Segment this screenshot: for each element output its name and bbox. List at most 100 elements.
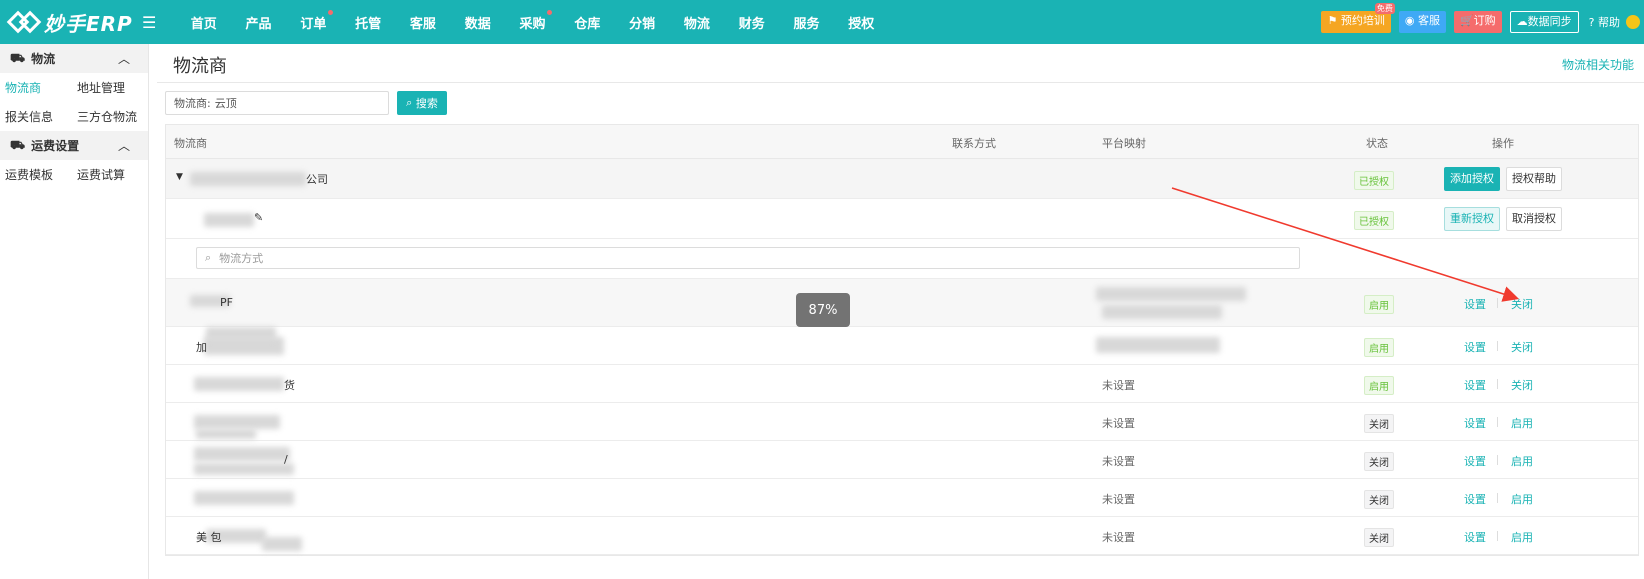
nav-label: 订单: [300, 16, 327, 32]
nav-item-0[interactable]: 首页: [176, 13, 231, 32]
nav-item-7[interactable]: 仓库: [560, 13, 615, 32]
nav-label: 财务: [738, 16, 765, 32]
status-badge: 启用: [1364, 295, 1394, 314]
nav-item-4[interactable]: 客服: [396, 13, 451, 32]
top-navbar: 妙手ERP ☰ 首页 产品 订单 托管 客服 数据 采购 仓库 分销 物流 财务 服务 授权 ⚑ 预约培…: [0, 0, 1644, 44]
redacted: [194, 447, 290, 461]
nav-item-3[interactable]: 托管: [341, 13, 396, 32]
nav-item-6[interactable]: 采购: [505, 9, 560, 32]
disable-button[interactable]: 关闭: [1511, 339, 1533, 355]
nav-item-8[interactable]: 分销: [615, 13, 670, 32]
add-auth-button[interactable]: 添加授权: [1444, 167, 1500, 191]
method-row[interactable]: 货 未设置 启用 设置 关闭: [166, 365, 1638, 403]
divider: [1497, 455, 1498, 465]
divider: [1497, 417, 1498, 427]
method-search-input[interactable]: ⌕ 物流方式: [196, 247, 1300, 269]
set-button[interactable]: 设置: [1464, 296, 1486, 312]
nav-item-12[interactable]: 授权: [834, 13, 889, 32]
set-button[interactable]: 设置: [1464, 415, 1486, 431]
reauth-button[interactable]: 重新授权: [1444, 207, 1500, 231]
status-badge: 关闭: [1364, 490, 1394, 509]
disable-button[interactable]: 关闭: [1511, 296, 1533, 312]
method-row[interactable]: 未设置 关闭 设置 启用: [166, 403, 1638, 441]
help-link[interactable]: ? 帮助: [1589, 14, 1620, 30]
redacted: [1096, 337, 1220, 353]
set-button[interactable]: 设置: [1464, 491, 1486, 507]
provider-search-input[interactable]: 物流商: 云顶: [165, 91, 389, 115]
enable-button[interactable]: 启用: [1511, 453, 1533, 469]
data-sync-button[interactable]: ☁数据同步: [1509, 11, 1579, 33]
nav-item-1[interactable]: 产品: [231, 13, 286, 32]
redacted: [194, 491, 294, 505]
nav-label: 产品: [245, 16, 272, 32]
menu-toggle-icon[interactable]: ☰: [142, 13, 156, 32]
sidebar-item-providers[interactable]: 物流商: [0, 79, 72, 96]
nav-item-11[interactable]: 服务: [779, 13, 834, 32]
col-status: 状态: [1366, 137, 1388, 150]
method-row[interactable]: 美 包 未设置 关闭 设置 启用: [166, 517, 1638, 555]
redacted: [262, 537, 302, 551]
edit-icon[interactable]: ✎: [254, 211, 263, 224]
status-badge: 关闭: [1364, 528, 1394, 547]
set-button[interactable]: 设置: [1464, 377, 1486, 393]
truck-icon: ⛟: [10, 137, 26, 152]
provider-name-suffix: 公司: [306, 173, 328, 186]
nav-label: 客服: [409, 16, 436, 32]
method-row[interactable]: 未设置 关闭 设置 启用: [166, 479, 1638, 517]
free-badge: 免费: [1374, 3, 1395, 14]
nav-item-5[interactable]: 数据: [450, 13, 505, 32]
method-row[interactable]: PF 启用 设置 关闭: [166, 279, 1638, 327]
set-button[interactable]: 设置: [1464, 529, 1486, 545]
nav-item-10[interactable]: 财务: [724, 13, 779, 32]
service-label: 客服: [1417, 14, 1440, 27]
truck-icon: ⛟: [10, 50, 26, 65]
disable-button[interactable]: 关闭: [1511, 377, 1533, 393]
buy-button[interactable]: 🛒订购: [1453, 11, 1502, 33]
col-actions: 操作: [1492, 137, 1514, 150]
sidebar-item-3pl[interactable]: 三方仓物流: [72, 108, 144, 125]
logo[interactable]: 妙手ERP: [0, 0, 150, 44]
sidebar-item-customs[interactable]: 报关信息: [0, 108, 72, 125]
logo-text: 妙手ERP: [44, 11, 133, 36]
set-button[interactable]: 设置: [1464, 339, 1486, 355]
sidebar-item-address[interactable]: 地址管理: [72, 79, 144, 96]
enable-button[interactable]: 启用: [1511, 491, 1533, 507]
sidebar-group-logistics[interactable]: ⛟ 物流 ︿: [0, 44, 148, 73]
search-bar: 物流商: 云顶 ⌕ 搜索: [165, 91, 447, 115]
divider: [1497, 341, 1498, 351]
nav-item-9[interactable]: 物流: [670, 13, 725, 32]
divider: [1497, 493, 1498, 503]
method-name: /: [284, 453, 288, 466]
sidebar-item-freight-calc[interactable]: 运费试算: [72, 166, 144, 183]
expand-caret-icon[interactable]: ▼: [176, 172, 183, 182]
method-row[interactable]: 加 启用 设置 关闭: [166, 327, 1638, 365]
logistics-features-link[interactable]: 物流相关功能: [1562, 56, 1634, 73]
status-badge: 已授权: [1354, 211, 1394, 230]
training-button[interactable]: ⚑ 预约培训 免费: [1321, 3, 1395, 33]
search-button[interactable]: ⌕ 搜索: [397, 91, 447, 115]
set-button[interactable]: 设置: [1464, 453, 1486, 469]
method-search-placeholder: 物流方式: [219, 252, 264, 265]
divider: [157, 82, 1644, 83]
method-list: PF 启用 设置 关闭加启用 设置 关闭货未设置 启用 设置 关闭 未设置 关闭 设置 启用 / 未设置 关闭…: [166, 279, 1638, 555]
platform-mapping: 未设置: [1102, 417, 1135, 430]
auth-help-button[interactable]: 授权帮助: [1506, 167, 1562, 191]
chevron-up-icon: ︿: [117, 52, 130, 66]
avatar[interactable]: [1626, 15, 1640, 29]
divider: [1497, 298, 1498, 308]
provider-row[interactable]: ▼ 公司 已授权 添加授权 授权帮助: [166, 159, 1638, 199]
cancel-auth-button[interactable]: 取消授权: [1506, 207, 1562, 231]
nav-item-2[interactable]: 订单: [286, 9, 341, 32]
customer-service-button[interactable]: ◉ 客服: [1398, 11, 1446, 33]
method-row[interactable]: / 未设置 关闭 设置 启用: [166, 441, 1638, 479]
enable-button[interactable]: 启用: [1511, 529, 1533, 545]
redacted: [194, 415, 280, 429]
sidebar-item-freight-template[interactable]: 运费模板: [0, 166, 72, 183]
method-name: 货: [284, 379, 295, 392]
account-row[interactable]: ✎ 已授权 重新授权 取消授权: [166, 199, 1638, 239]
platform-mapping: 未设置: [1102, 531, 1135, 544]
sidebar-group-freight[interactable]: ⛟ 运费设置 ︿: [0, 131, 148, 160]
method-name: PF: [220, 296, 233, 309]
enable-button[interactable]: 启用: [1511, 415, 1533, 431]
nav-label: 分销: [629, 16, 656, 32]
